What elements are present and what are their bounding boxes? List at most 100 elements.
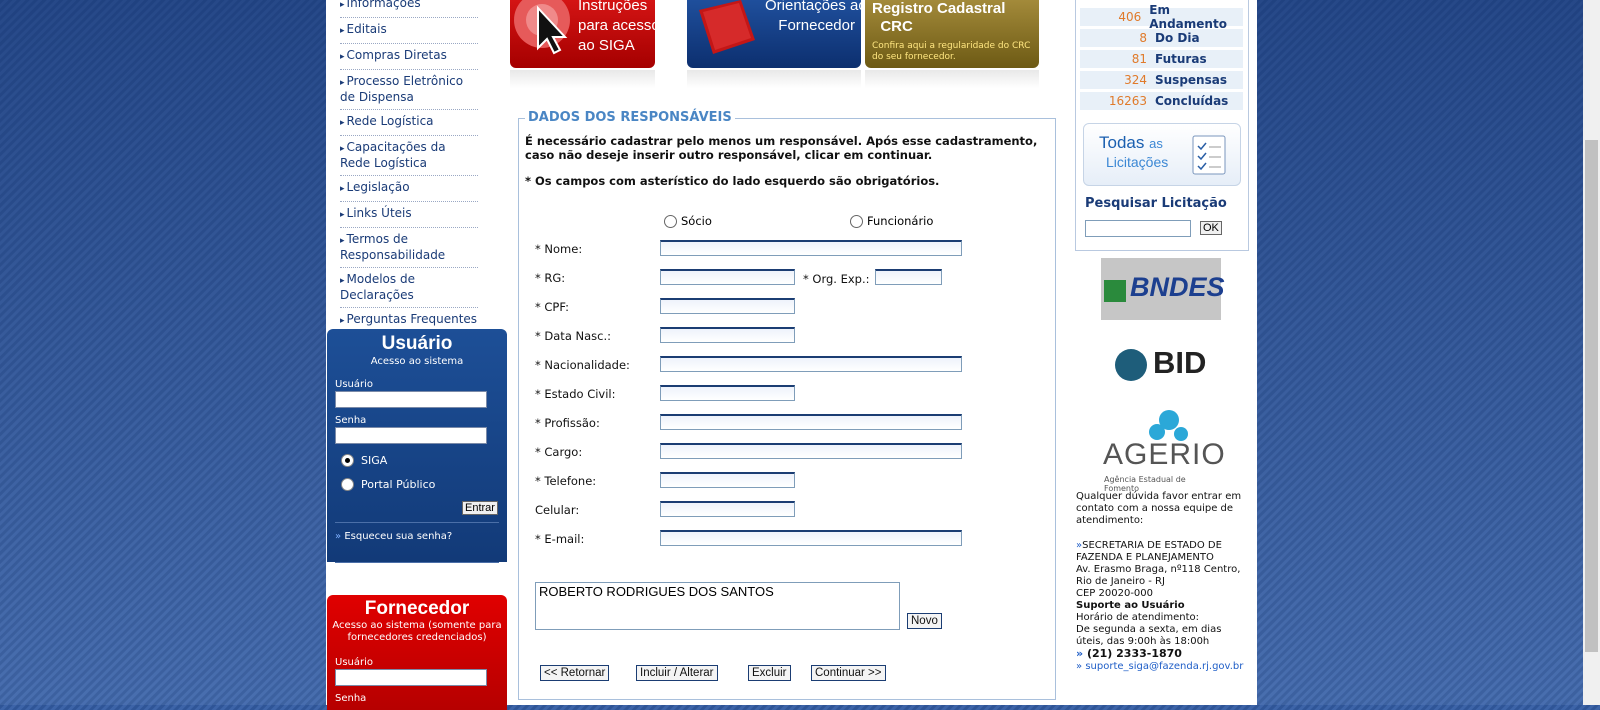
bid-logo[interactable]: BID (1101, 331, 1221, 395)
radio-portal-publico[interactable]: Portal Público (341, 478, 435, 491)
supplier-password-label: Senha (335, 693, 367, 704)
password-input[interactable] (335, 427, 487, 444)
data-nasc-label: * Data Nasc.: (535, 329, 612, 343)
banner-reflection (510, 70, 655, 88)
scrollbar-thumb[interactable] (1585, 140, 1598, 652)
password-label: Senha (335, 415, 367, 426)
menu-item[interactable]: ▸ Processo Eletrônico de Dispensa (340, 70, 478, 110)
menu-item[interactable]: ▸ Capacitações da Rede Logística (340, 136, 478, 176)
menu-item[interactable]: ▸ Modelos de Declarações (340, 268, 478, 308)
divider (335, 522, 499, 523)
incluir-alterar-button[interactable]: Incluir / Alterar (636, 665, 718, 681)
left-menu: ▸ Informações ▸ Editais ▸ Compras Diretas ▸… (340, 0, 478, 334)
radio-unchecked-icon (341, 478, 354, 491)
arrow-icon: ▸ (340, 276, 345, 286)
list-item[interactable]: ROBERTO RODRIGUES DOS SANTOS (539, 584, 774, 599)
stat-row[interactable]: 8 Do Dia (1080, 29, 1243, 47)
menu-item[interactable]: ▸ Informações (340, 0, 478, 18)
supplier-box-title: Fornecedor (364, 598, 470, 619)
banner-crc[interactable]: Registro Cadastral CRC Confira aqui a re… (865, 0, 1039, 68)
org-exp-input[interactable] (875, 269, 942, 285)
bndes-mark-icon (1104, 280, 1126, 302)
rg-label: * RG: (535, 271, 566, 285)
radio-unchecked-icon (664, 214, 677, 228)
excluir-button[interactable]: Excluir (748, 665, 791, 681)
hours-title: Horário de atendimento: (1076, 612, 1200, 623)
user-label: Usuário (335, 379, 374, 390)
org-exp-label: * Org. Exp.: (803, 272, 870, 286)
arrow-icon: ▸ (340, 0, 345, 10)
contact-intro: Qualquer dúvida favor entrar em contato … (1076, 491, 1242, 526)
cpf-input[interactable] (660, 298, 795, 314)
stat-row[interactable]: 81 Futuras (1080, 50, 1243, 68)
menu-item[interactable]: ▸ Links Úteis (340, 202, 478, 228)
banner-instrucoes[interactable]: Instruções para acesso ao SIGA (510, 0, 655, 68)
cargo-label: * Cargo: (535, 445, 583, 459)
stat-row[interactable]: 16263 Concluídas (1080, 92, 1243, 110)
arrow-icon: ▸ (340, 144, 345, 154)
banner-orientacoes[interactable]: Orientações ao Fornecedor (687, 0, 861, 68)
user-login-box: Usuário Acesso ao sistema Usuário Senha … (327, 329, 507, 563)
data-nasc-input[interactable] (660, 327, 795, 343)
celular-input[interactable] (660, 501, 795, 517)
todas-licitacoes-button[interactable]: Todas as Licitações (1083, 123, 1241, 186)
arrow-icon: » (335, 531, 342, 542)
telefone-input[interactable] (660, 472, 795, 488)
menu-item[interactable]: ▸ Rede Logística (340, 110, 478, 136)
rg-input[interactable] (660, 269, 795, 285)
estado-civil-input[interactable] (660, 385, 795, 401)
nome-input[interactable] (660, 240, 962, 256)
radio-siga[interactable]: SIGA (341, 454, 387, 467)
banner-instrucoes-text: Instruções para acesso ao SIGA (578, 0, 655, 54)
contact-address-2: Rio de Janeiro - RJ (1076, 576, 1165, 587)
menu-item[interactable]: ▸ Termos de Responsabilidade (340, 228, 478, 268)
menu-item[interactable]: ▸ Compras Diretas (340, 44, 478, 70)
stat-row[interactable]: 324 Suspensas (1080, 71, 1243, 89)
radio-funcionario[interactable]: Funcionário (850, 214, 933, 228)
email-input[interactable] (660, 530, 962, 546)
stat-row[interactable]: 406 Em Andamento (1080, 3, 1243, 31)
divider (335, 562, 499, 563)
supplier-login-box: Fornecedor Acesso ao sistema (somente pa… (327, 595, 507, 710)
cargo-input[interactable] (660, 443, 962, 459)
celular-label: Celular: (535, 503, 580, 517)
bndes-text: BNDES (1130, 272, 1225, 302)
form-legend: DADOS DOS RESPONSÁVEIS (525, 110, 735, 125)
radio-socio[interactable]: Sócio (664, 214, 712, 228)
bndes-logo[interactable]: BNDES (1101, 258, 1225, 320)
email-label: * E-mail: (535, 532, 585, 546)
contact-org: »SECRETARIA DE ESTADO DE FAZENDA E PLANE… (1076, 540, 1222, 563)
contact-cep: CEP 20020-000 (1076, 588, 1154, 599)
banner-reflection (865, 70, 1039, 88)
required-note: * Os campos com asterístico do lado esqu… (525, 174, 940, 188)
responsaveis-list[interactable]: ROBERTO RODRIGUES DOS SANTOS (535, 582, 900, 630)
nacionalidade-label: * Nacionalidade: (535, 358, 630, 372)
support-phone: » (21) 2333-1870 (1076, 647, 1182, 660)
radio-checked-icon (341, 454, 354, 467)
arrow-icon: » (1076, 661, 1083, 672)
menu-item[interactable]: ▸ Editais (340, 18, 478, 44)
licitacoes-text: Licitações (1106, 154, 1169, 170)
nacionalidade-input[interactable] (660, 356, 962, 372)
profissao-input[interactable] (660, 414, 962, 430)
supplier-user-input[interactable] (335, 669, 487, 686)
login-button[interactable]: Entrar (462, 501, 498, 515)
contact-address-1: Av. Erasmo Braga, nº118 Centro, (1076, 564, 1241, 575)
retornar-button[interactable]: << Retornar (540, 665, 610, 681)
search-ok-button[interactable]: OK (1200, 221, 1222, 235)
continuar-button[interactable]: Continuar >> (811, 665, 886, 681)
menu-item[interactable]: ▸ Legislação (340, 176, 478, 202)
arrow-icon: ▸ (340, 184, 345, 194)
support-email-link[interactable]: » suporte_siga@fazenda.rj.gov.br (1076, 661, 1248, 673)
novo-button[interactable]: Novo (907, 613, 942, 629)
bid-mark-icon (1115, 349, 1147, 381)
arrow-icon: ▸ (340, 210, 345, 220)
arrow-icon: ▸ (340, 316, 345, 326)
manual-book-icon (699, 0, 755, 54)
forgot-password-link[interactable]: » Esqueceu sua senha? (335, 531, 452, 542)
agerio-logo[interactable]: AGERIO Agência Estadual de Fomento (1101, 408, 1225, 493)
todas-text: Todas as (1099, 133, 1163, 152)
support-title: Suporte ao Usuário (1076, 600, 1185, 611)
search-licitacao-input[interactable] (1085, 220, 1191, 237)
user-input[interactable] (335, 391, 487, 408)
